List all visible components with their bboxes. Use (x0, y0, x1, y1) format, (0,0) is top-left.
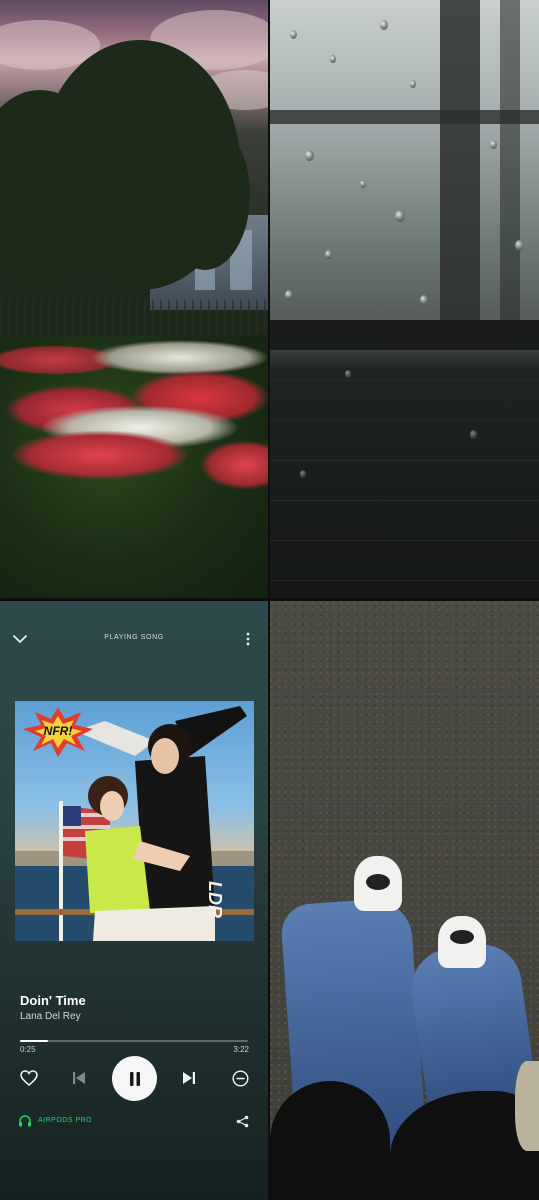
share-icon[interactable] (234, 1113, 250, 1129)
left-sneaker (354, 856, 402, 911)
raindrop (305, 150, 314, 161)
pause-button[interactable] (112, 1056, 157, 1101)
sneaker-opening (450, 930, 474, 944)
raindrop (360, 180, 366, 188)
window-sill (270, 320, 539, 350)
raindrop (420, 295, 428, 305)
blind-line (270, 460, 539, 461)
raindrop (300, 470, 306, 478)
device-label[interactable]: AIRPODS PRO (38, 1117, 92, 1124)
blind-line (270, 540, 539, 541)
album-badge-text: NFR! (43, 724, 73, 738)
header-title: PLAYING SONG (104, 634, 164, 641)
raindrop (380, 20, 388, 30)
raindrop (290, 30, 297, 39)
raindrop (410, 80, 416, 88)
shadow-left (270, 1081, 390, 1200)
more-vertical-icon[interactable] (240, 629, 256, 649)
photo-rain-on-window (270, 0, 539, 598)
photo-park-at-dusk (0, 0, 268, 598)
blind-line (270, 500, 539, 501)
window-frame (270, 110, 539, 124)
skip-next-icon[interactable] (178, 1067, 200, 1089)
window-frame (500, 0, 520, 330)
blind-line (270, 380, 539, 381)
raindrop (490, 140, 497, 149)
blind-line (270, 420, 539, 421)
album-side-text: LDR (205, 881, 225, 918)
album-badge: NFR! (23, 707, 93, 757)
heart-icon[interactable] (18, 1067, 40, 1089)
progress-fill (20, 1040, 49, 1042)
raindrop (330, 55, 336, 63)
raindrop (515, 240, 524, 251)
song-title: Doin' Time (20, 993, 86, 1008)
raindrop (345, 370, 351, 378)
flower-bed (10, 430, 190, 480)
headphones-icon[interactable] (17, 1113, 33, 1128)
fence (0, 300, 268, 338)
duration-time: 3:22 (233, 1045, 249, 1054)
raindrop (470, 430, 477, 439)
photo-sneakers-on-asphalt (270, 601, 539, 1200)
flower-bed (90, 340, 268, 375)
raindrop (285, 290, 293, 300)
skip-previous-icon[interactable] (68, 1067, 90, 1089)
raindrop (325, 250, 332, 259)
elapsed-time: 0:25 (20, 1045, 36, 1054)
song-artist[interactable]: Lana Del Rey (20, 1011, 81, 1022)
raindrop (395, 210, 405, 222)
pause-icon (129, 1071, 140, 1086)
coat-edge (515, 1061, 539, 1151)
music-player-screen: PLAYING SONG NFR! LDR Doin' Time Lana De… (0, 601, 268, 1200)
sneaker-opening (366, 874, 390, 890)
tree (160, 120, 250, 270)
chevron-down-icon[interactable] (10, 631, 30, 647)
blind-line (270, 580, 539, 581)
window-frame (440, 0, 480, 330)
minus-circle-icon[interactable] (229, 1067, 251, 1089)
progress-bar[interactable] (20, 1040, 248, 1042)
right-sneaker (438, 916, 486, 968)
album-art: NFR! LDR (15, 701, 254, 941)
